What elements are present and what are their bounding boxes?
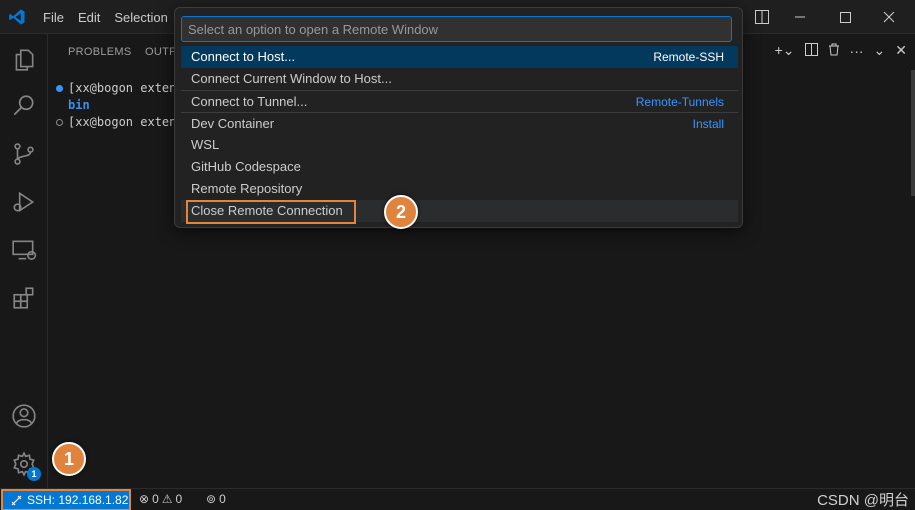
- callout-1: 1: [52, 442, 86, 476]
- remote-icon: [11, 495, 22, 505]
- install-link[interactable]: Install: [693, 113, 724, 135]
- menu-bar: File Edit Selection: [43, 0, 182, 34]
- option-dev-container[interactable]: Dev Container Install: [181, 112, 738, 134]
- terminal-output[interactable]: [xx@bogon exten bin [xx@bogon exten: [56, 80, 176, 131]
- option-wsl[interactable]: WSL: [181, 134, 738, 156]
- terminal-line: [xx@bogon exten: [56, 114, 176, 131]
- chevron-down-icon[interactable]: ⌄: [874, 42, 886, 59]
- quick-pick-input[interactable]: [182, 17, 731, 41]
- search-icon[interactable]: [0, 82, 48, 130]
- warning-icon: ⚠: [161, 492, 173, 506]
- command-success-dot-icon: [56, 85, 63, 92]
- option-connect-current-window[interactable]: Connect Current Window to Host...: [181, 68, 738, 90]
- option-github-codespace[interactable]: GitHub Codespace: [181, 156, 738, 178]
- tab-problems[interactable]: PROBLEMS: [68, 46, 132, 58]
- remote-explorer-icon[interactable]: [0, 226, 48, 274]
- option-close-remote-connection[interactable]: Close Remote Connection: [181, 200, 738, 222]
- trash-icon[interactable]: [828, 43, 840, 59]
- close-panel-icon[interactable]: ✕: [895, 42, 907, 59]
- option-connect-to-host[interactable]: Connect to Host... Remote-SSH: [181, 46, 738, 68]
- error-icon: ⊗: [139, 492, 150, 506]
- callout-2: 2: [384, 195, 418, 229]
- maximize-button[interactable]: [822, 0, 868, 34]
- minimize-button[interactable]: [777, 0, 823, 34]
- quick-pick-input-box[interactable]: [181, 16, 732, 42]
- accounts-icon[interactable]: [0, 392, 48, 440]
- explorer-icon[interactable]: [0, 36, 48, 84]
- activity-bar: 1: [0, 34, 48, 488]
- menu-edit[interactable]: Edit: [78, 10, 100, 25]
- quick-pick-list: Connect to Host... Remote-SSH Connect Cu…: [181, 46, 738, 222]
- terminal-scrollbar[interactable]: [911, 70, 915, 196]
- source-control-icon[interactable]: [0, 130, 48, 178]
- vscode-logo-icon: [9, 9, 25, 25]
- split-terminal-icon[interactable]: [804, 42, 818, 59]
- remote-indicator-button[interactable]: SSH: 192.168.1.82: [1, 489, 131, 510]
- option-connect-to-tunnel[interactable]: Connect to Tunnel... Remote-Tunnels: [181, 90, 738, 112]
- manage-gear-icon[interactable]: 1: [0, 440, 48, 488]
- remote-window-quick-pick: Connect to Host... Remote-SSH Connect Cu…: [174, 7, 743, 228]
- ports-status[interactable]: ⊚ 0: [206, 492, 226, 506]
- command-pending-dot-icon: [56, 119, 63, 126]
- menu-file[interactable]: File: [43, 10, 64, 25]
- tab-output[interactable]: OUTP: [145, 46, 177, 58]
- more-actions-icon[interactable]: ···: [850, 43, 864, 59]
- terminal-line: [xx@bogon exten: [56, 80, 176, 97]
- menu-selection[interactable]: Selection: [114, 10, 167, 25]
- panel-actions: +⌄ ··· ⌄ ✕: [775, 42, 907, 59]
- extensions-icon[interactable]: [0, 274, 48, 322]
- watermark: CSDN @明台: [817, 492, 909, 509]
- new-terminal-icon[interactable]: +⌄: [775, 42, 795, 59]
- broadcast-icon: ⊚: [206, 492, 217, 506]
- settings-update-badge: 1: [27, 467, 41, 481]
- status-bar: SSH: 192.168.1.82 ⊗ 0 ⚠ 0 ⊚ 0 CSDN @明台: [0, 488, 915, 510]
- terminal-line: bin: [68, 98, 90, 112]
- option-remote-repository[interactable]: Remote Repository: [181, 178, 738, 200]
- close-window-button[interactable]: [866, 0, 912, 34]
- problems-status[interactable]: ⊗ 0 ⚠ 0: [139, 492, 182, 506]
- run-debug-icon[interactable]: [0, 178, 48, 226]
